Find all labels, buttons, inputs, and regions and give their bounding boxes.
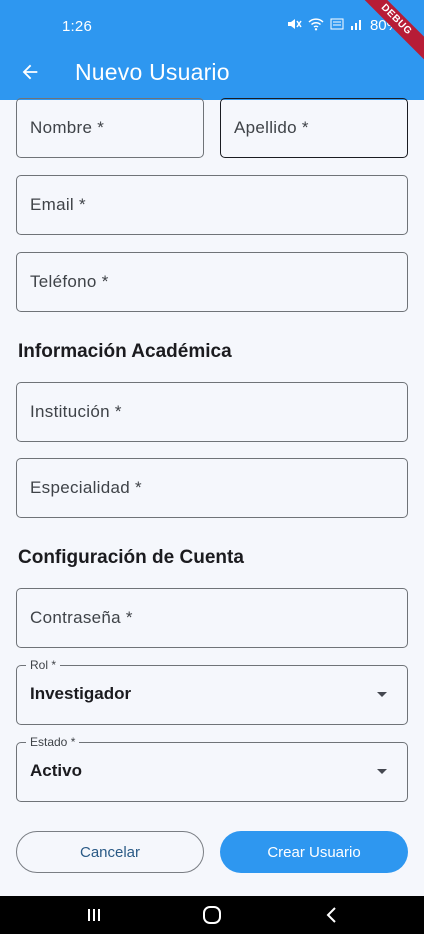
home-icon [203, 906, 221, 924]
rol-dropdown[interactable]: Rol * Investigador [16, 658, 408, 725]
rol-label: Rol * [26, 658, 61, 672]
system-back-button[interactable] [318, 896, 346, 934]
email-field[interactable]: Email * [16, 175, 408, 235]
system-nav-bar [0, 896, 424, 934]
estado-label: Estado * [26, 735, 80, 749]
mute-icon [286, 17, 302, 34]
home-button[interactable] [198, 896, 226, 934]
institucion-field[interactable]: Institución * [16, 382, 408, 442]
volte-icon [330, 17, 344, 34]
dropdown-arrow-icon [377, 692, 387, 697]
contrasena-field[interactable]: Contraseña * [16, 588, 408, 648]
dropdown-arrow-icon [377, 769, 387, 774]
contrasena-label: Contraseña * [30, 608, 133, 627]
signal-icon [350, 17, 364, 34]
create-user-button[interactable]: Crear Usuario [220, 831, 408, 873]
apellido-field[interactable]: Apellido * [220, 98, 408, 158]
debug-banner: DEBUG [347, 0, 424, 69]
section-title-academic: Información Académica [18, 341, 232, 362]
estado-dropdown[interactable]: Estado * Activo [16, 735, 408, 802]
email-label: Email * [30, 195, 86, 214]
chevron-left-icon [326, 907, 336, 923]
cancel-button[interactable]: Cancelar [16, 831, 204, 873]
back-button[interactable] [14, 58, 46, 86]
status-time: 1:26 [62, 18, 92, 35]
recents-icon [88, 909, 100, 921]
nombre-field[interactable]: Nombre * [16, 98, 204, 158]
especialidad-label: Especialidad * [30, 478, 142, 497]
apellido-label: Apellido * [234, 118, 309, 137]
estado-value: Activo [30, 761, 82, 780]
section-title-account: Configuración de Cuenta [18, 547, 244, 568]
arrow-left-icon [22, 64, 38, 80]
wifi-icon [308, 17, 324, 34]
nombre-label: Nombre * [30, 118, 105, 137]
telefono-field[interactable]: Teléfono * [16, 252, 408, 312]
recents-button[interactable] [80, 896, 108, 934]
telefono-label: Teléfono * [30, 272, 109, 291]
especialidad-field[interactable]: Especialidad * [16, 458, 408, 518]
status-icons: 80% [286, 17, 400, 34]
app-bar: 1:26 80% DEBUG Nuevo Usuario [0, 0, 424, 100]
page-title: Nuevo Usuario [75, 59, 230, 85]
institucion-label: Institución * [30, 402, 122, 421]
rol-value: Investigador [30, 684, 132, 703]
